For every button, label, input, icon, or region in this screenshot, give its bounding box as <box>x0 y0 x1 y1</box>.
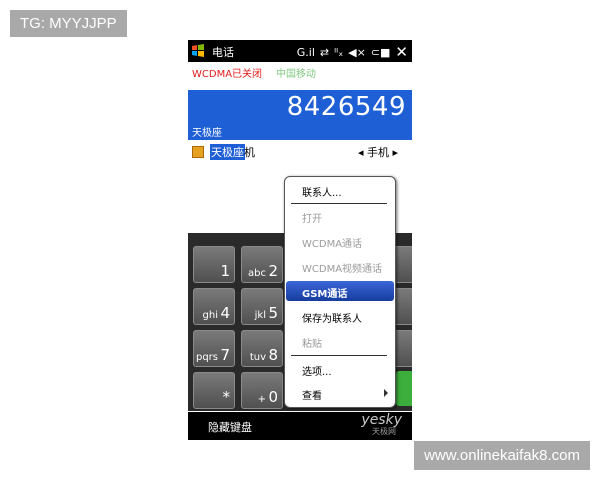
key-letters: pqrs <box>195 352 218 363</box>
key-letters: jkl <box>254 310 266 321</box>
key-4[interactable]: ghi 4 <box>193 288 235 325</box>
watermark-top: TG: MYYJJPP <box>10 10 127 37</box>
match-highlight: 天极座 <box>210 144 245 160</box>
menu-item-wcdma-call[interactable]: WCDMA通话 <box>286 231 394 251</box>
no-signal-icon: ᴵᴵₓ <box>334 45 344 59</box>
soft-key-bar: 隐藏键盘 yesky 天极网 <box>188 412 412 440</box>
key-0[interactable]: + 0 <box>241 372 283 409</box>
key-1[interactable]: 1 <box>193 246 235 283</box>
key-5[interactable]: jkl 5 <box>241 288 283 325</box>
menu-item-options[interactable]: 选项... <box>286 359 394 379</box>
menu-separator <box>291 203 387 204</box>
key-letters: tuv <box>249 352 266 363</box>
key-digit: 2 <box>268 262 278 280</box>
key-digit: 8 <box>268 346 278 364</box>
key-star[interactable]: * <box>193 372 235 409</box>
menu-separator <box>291 355 387 356</box>
smart-dial-match[interactable]: 天极座 机 ◂ 手机 ▸ <box>188 142 412 162</box>
battery-icon: ⊂■ <box>370 45 391 59</box>
key-digit: 0 <box>268 388 278 406</box>
dialed-number: 8426549 <box>286 92 406 122</box>
key-digit: 1 <box>220 262 230 280</box>
context-menu: 联系人... 打开 WCDMA通话 WCDMA视频通话 GSM通话 保存为联系人… <box>284 176 396 408</box>
status-bar: 电话 G.il ⇄ ᴵᴵₓ ◀× ⊂■ ✕ <box>188 40 412 62</box>
menu-item-open[interactable]: 打开 <box>286 206 394 226</box>
match-rest: 机 <box>244 146 255 159</box>
menu-item-contacts[interactable]: 联系人... <box>286 180 394 200</box>
key-digit: 7 <box>220 346 230 364</box>
menu-item-paste[interactable]: 粘贴 <box>286 331 394 351</box>
key-8[interactable]: tuv 8 <box>241 330 283 367</box>
key-letters: + <box>257 394 266 405</box>
key-letters: ghi <box>202 310 218 321</box>
contact-card-icon <box>192 146 204 158</box>
sync-icon: ⇄ <box>319 45 330 59</box>
status-icons: G.il ⇄ ᴵᴵₓ ◀× ⊂■ ✕ <box>297 43 408 61</box>
hide-keyboard-softkey[interactable]: 隐藏键盘 <box>208 419 252 435</box>
wcdma-status: WCDMA已关闭 <box>192 69 263 80</box>
menu-item-view[interactable]: 查看 <box>286 383 394 403</box>
menu-item-wcdma-video-call[interactable]: WCDMA视频通话 <box>286 256 394 276</box>
key-7[interactable]: pqrs 7 <box>193 330 235 367</box>
app-title: 电话 <box>212 46 234 59</box>
contact-label-bar: 天极座 <box>188 126 412 140</box>
contact-label: 天极座 <box>192 128 222 139</box>
key-digit: * <box>222 388 231 406</box>
key-digit: 5 <box>268 304 278 322</box>
phone-screen: 电话 G.il ⇄ ᴵᴵₓ ◀× ⊂■ ✕ WCDMA已关闭 中国移动 8426… <box>188 40 412 440</box>
submenu-arrow-icon <box>384 389 388 397</box>
key-2[interactable]: abc 2 <box>241 246 283 283</box>
key-letters: abc <box>248 268 266 279</box>
yesky-logo-sub: 天极网 <box>372 427 396 436</box>
windows-start-icon[interactable] <box>191 44 205 58</box>
number-type-selector[interactable]: ◂ 手机 ▸ <box>358 144 398 160</box>
network-status: WCDMA已关闭 中国移动 <box>188 62 412 90</box>
call-button[interactable] <box>396 371 412 406</box>
key-digit: 4 <box>220 304 230 322</box>
close-icon[interactable]: ✕ <box>395 43 408 61</box>
gsm-operator: 中国移动 <box>276 69 316 80</box>
menu-item-gsm-call[interactable]: GSM通话 <box>286 281 394 301</box>
menu-item-save-contact[interactable]: 保存为联系人 <box>286 306 394 326</box>
volume-icon: ◀× <box>348 45 366 59</box>
watermark-bottom: www.onlinekaifak8.com <box>414 441 590 470</box>
signal-icon: G.il <box>296 45 315 59</box>
